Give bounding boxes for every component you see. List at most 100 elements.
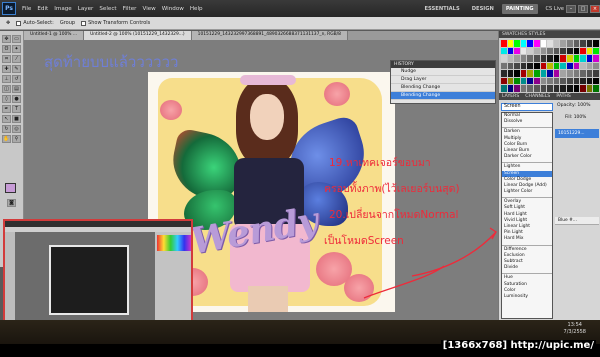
color-swatch[interactable]: [560, 62, 566, 70]
color-swatch[interactable]: [593, 77, 599, 85]
quick-mask-icon[interactable]: ◙: [7, 199, 16, 207]
color-swatch[interactable]: [547, 77, 553, 85]
cs-live-button[interactable]: CS Live: [546, 6, 564, 12]
color-swatch[interactable]: [573, 77, 580, 85]
color-swatch[interactable]: [533, 85, 540, 92]
color-swatch[interactable]: [501, 85, 507, 92]
blur-tool-icon[interactable]: ◊: [2, 95, 11, 103]
menu-view[interactable]: View: [139, 6, 158, 12]
tab-untitled-2[interactable]: Untitled-2 @ 100% (10151229_1432329...): [84, 31, 192, 40]
color-swatch[interactable]: [507, 40, 514, 47]
color-swatch[interactable]: [520, 85, 527, 92]
color-swatch[interactable]: [527, 70, 533, 77]
color-swatch[interactable]: [573, 85, 580, 92]
auto-select-option[interactable]: Auto-Select:: [16, 20, 54, 26]
color-swatch[interactable]: [553, 62, 560, 70]
color-swatch[interactable]: [514, 70, 520, 77]
eyedropper-icon[interactable]: ⁄: [12, 55, 21, 63]
tab-channels[interactable]: CHANNELS: [522, 93, 553, 100]
color-swatch[interactable]: [593, 70, 599, 77]
menu-layer[interactable]: Layer: [75, 6, 97, 12]
color-swatch[interactable]: [573, 40, 580, 47]
pen-tool-icon[interactable]: ✒: [2, 105, 11, 113]
color-swatch[interactable]: [520, 70, 527, 77]
color-swatch[interactable]: [514, 47, 520, 55]
color-swatch[interactable]: [580, 55, 586, 62]
color-swatch[interactable]: [553, 85, 560, 92]
color-swatch[interactable]: [507, 70, 514, 77]
color-swatch[interactable]: [527, 40, 533, 47]
color-swatch[interactable]: [566, 77, 573, 85]
menu-filter[interactable]: Filter: [120, 6, 140, 12]
color-swatch[interactable]: [507, 55, 514, 62]
color-swatch[interactable]: [501, 70, 507, 77]
color-swatch[interactable]: [586, 77, 593, 85]
color-swatch[interactable]: [507, 62, 514, 70]
layer-row-selected[interactable]: 10151229...: [555, 129, 599, 138]
color-swatch[interactable]: [586, 47, 593, 55]
color-swatch[interactable]: [507, 85, 514, 92]
dodge-tool-icon[interactable]: ●: [12, 95, 21, 103]
shape-tool-icon[interactable]: ■: [12, 115, 21, 123]
color-swatch[interactable]: [580, 70, 586, 77]
color-swatch[interactable]: [586, 55, 593, 62]
clone-stamp-icon[interactable]: ⊥: [2, 75, 11, 83]
color-swatch[interactable]: [520, 40, 527, 47]
color-swatch[interactable]: [593, 62, 599, 70]
color-swatch[interactable]: [501, 47, 507, 55]
color-swatch[interactable]: [553, 47, 560, 55]
menu-edit[interactable]: Edit: [34, 6, 51, 12]
type-tool-icon[interactable]: T: [12, 105, 21, 113]
color-swatch[interactable]: [533, 40, 540, 47]
layer-row[interactable]: Blue #...: [555, 217, 599, 225]
color-swatch[interactable]: [540, 55, 547, 62]
color-swatch[interactable]: [507, 77, 514, 85]
tab-layers[interactable]: LAYERS: [499, 93, 522, 100]
color-swatch[interactable]: [593, 55, 599, 62]
color-swatch[interactable]: [540, 40, 547, 47]
foreground-color-swatch[interactable]: [5, 183, 16, 193]
history-item-selected[interactable]: Blending Change: [391, 92, 495, 100]
color-swatch[interactable]: [540, 85, 547, 92]
color-swatch[interactable]: [547, 62, 553, 70]
color-swatch[interactable]: [501, 40, 507, 47]
transform-controls-option[interactable]: Show Transform Controls: [81, 20, 150, 26]
color-swatch[interactable]: [527, 55, 533, 62]
color-swatch[interactable]: [566, 47, 573, 55]
color-swatch[interactable]: [527, 47, 533, 55]
crop-tool-icon[interactable]: ⌗: [2, 55, 11, 63]
eraser-tool-icon[interactable]: ◫: [2, 85, 11, 93]
transform-checkbox[interactable]: [81, 20, 87, 26]
color-swatch[interactable]: [533, 62, 540, 70]
color-swatch[interactable]: [533, 47, 540, 55]
color-swatch[interactable]: [580, 77, 586, 85]
blend-mode-option[interactable]: Luminosity: [502, 294, 552, 300]
workspace-painting[interactable]: PAINTING: [501, 3, 538, 14]
color-swatch[interactable]: [540, 70, 547, 77]
color-swatch[interactable]: [566, 55, 573, 62]
color-swatch[interactable]: [586, 85, 593, 92]
color-swatch[interactable]: [566, 40, 573, 47]
color-swatch[interactable]: [580, 40, 586, 47]
magic-wand-icon[interactable]: ✦: [12, 45, 21, 53]
color-swatch[interactable]: [553, 55, 560, 62]
color-swatch[interactable]: [514, 77, 520, 85]
color-swatch[interactable]: [580, 62, 586, 70]
color-swatch[interactable]: [560, 70, 566, 77]
3d-orbit-icon[interactable]: ◎: [12, 125, 21, 133]
fill-field[interactable]: Fill: 100%: [565, 115, 586, 120]
color-swatch[interactable]: [547, 70, 553, 77]
menu-help[interactable]: Help: [187, 6, 206, 12]
blend-mode-select[interactable]: Screen: [501, 103, 553, 111]
color-swatch[interactable]: [566, 62, 573, 70]
lasso-tool-icon[interactable]: ʘ: [2, 45, 11, 53]
brush-tool-icon[interactable]: ✎: [12, 65, 21, 73]
color-swatch[interactable]: [560, 85, 566, 92]
color-swatch[interactable]: [573, 62, 580, 70]
color-swatch[interactable]: [514, 62, 520, 70]
color-swatch[interactable]: [586, 70, 593, 77]
color-swatch[interactable]: [573, 55, 580, 62]
color-swatch[interactable]: [580, 85, 586, 92]
color-swatch[interactable]: [520, 55, 527, 62]
color-swatch[interactable]: [507, 47, 514, 55]
